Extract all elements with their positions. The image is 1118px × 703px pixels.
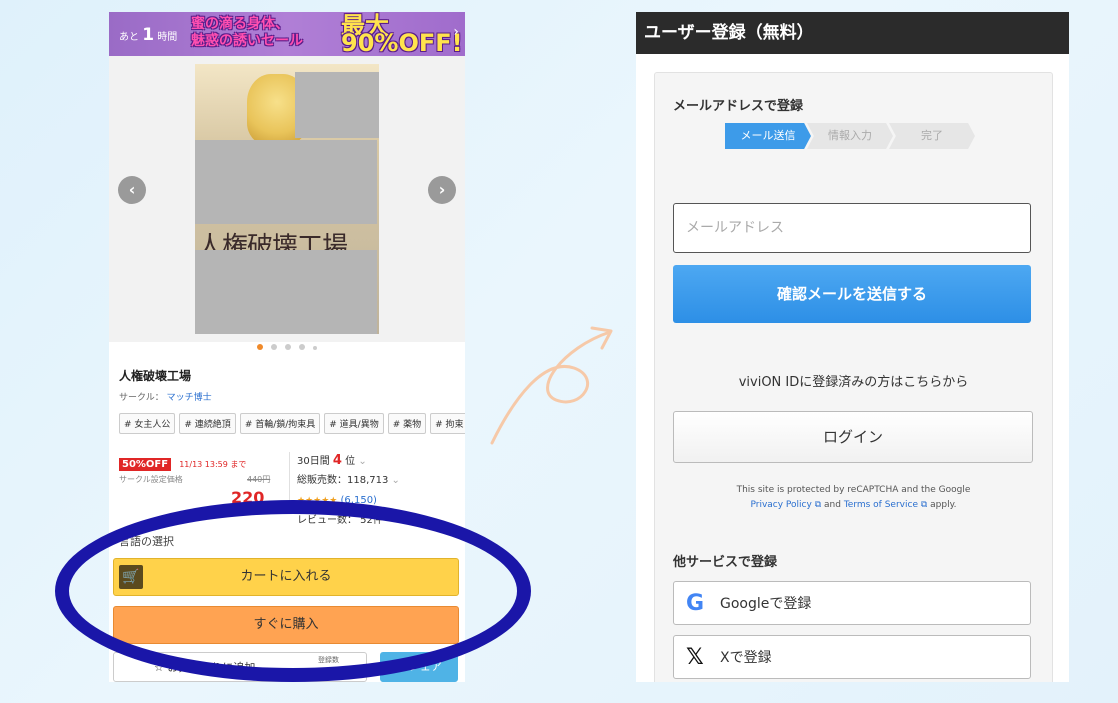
genre-tag[interactable]: # 薬物	[387, 413, 427, 434]
original-price: 440円	[247, 475, 271, 484]
vivion-login-prompt: viviON IDに登録済みの方はこちらから	[738, 375, 969, 390]
product-image-gallery[interactable]: 人権破壊工場 ‹ ›	[109, 56, 465, 342]
and-text: and	[824, 500, 841, 510]
step-email-send: メール送信	[725, 123, 811, 149]
total-sales: 総販売数：118,713	[297, 475, 389, 486]
circle-link[interactable]: マッチ博士	[167, 393, 212, 403]
x-register-button[interactable]: 𝕏 Xで登録	[673, 635, 1031, 679]
google-register-label: Googleで登録	[720, 596, 812, 612]
pagination-dot[interactable]	[313, 346, 317, 350]
total-sales-row[interactable]: 総販売数：118,713 ⌄	[297, 472, 462, 492]
timer-unit: 時間	[157, 32, 178, 43]
email-section-title: メールアドレスで登録	[673, 99, 804, 114]
recaptcha-notice: This site is protected by reCAPTCHA and …	[655, 483, 1052, 513]
email-field[interactable]: メールアドレス	[673, 203, 1031, 253]
gallery-prev-button[interactable]: ‹	[118, 176, 146, 204]
registration-steps: メール送信 情報入力 完了	[725, 123, 975, 149]
terms-of-service-link[interactable]: Terms of Service	[844, 500, 918, 510]
genre-tag[interactable]: # 道具/異物	[324, 413, 384, 434]
pagination-dot[interactable]	[271, 344, 277, 350]
external-link-icon: ⧉	[920, 500, 928, 510]
privacy-policy-link[interactable]: Privacy Policy	[750, 500, 811, 510]
circle-price-label: サークル設定価格	[119, 475, 183, 484]
promo-discount: 最大90%OFF!!	[341, 12, 465, 57]
other-services-title: 他サービスで登録	[673, 555, 778, 570]
timer-number: 1	[142, 25, 155, 45]
external-link-icon: ⧉	[814, 500, 822, 510]
genre-tags: # 女主人公 # 連続絶頂 # 首輪/鎖/拘束具 # 道具/異物 # 薬物 # …	[119, 413, 465, 434]
pagination-dot[interactable]	[257, 344, 263, 350]
step-info-input: 情報入力	[807, 123, 893, 149]
send-confirmation-button[interactable]: 確認メールを送信する	[673, 265, 1031, 323]
pagination-dot[interactable]	[299, 344, 305, 350]
gallery-next-button[interactable]: ›	[428, 176, 456, 204]
curved-arrow-icon	[490, 326, 613, 445]
censor-block	[195, 140, 377, 224]
discount-badge: 50%OFF	[119, 458, 172, 471]
censor-block	[195, 250, 377, 334]
google-icon: G	[686, 591, 705, 616]
pagination-dot[interactable]	[285, 344, 291, 350]
gallery-pagination	[109, 344, 465, 350]
censor-block	[295, 72, 379, 138]
circle-label: サークル：	[119, 393, 164, 403]
highlight-ellipse	[55, 500, 531, 682]
page-title: ユーザー登録（無料）	[636, 12, 1069, 54]
login-button[interactable]: ログイン	[673, 411, 1033, 463]
banner-arrow-icon[interactable]: ›	[453, 24, 459, 40]
recaptcha-text: This site is protected by reCAPTCHA and …	[736, 485, 971, 495]
apply-text: apply.	[930, 500, 957, 510]
x-icon: 𝕏	[686, 645, 704, 670]
sale-promo-text: 蜜の滴る身体、 魅惑の誘いセール 最大90%OFF!!	[191, 14, 465, 55]
registration-card: メールアドレスで登録 メール送信 情報入力 完了 メールアドレス 確認メールを送…	[654, 72, 1053, 682]
sale-timer: あと 1 時間	[119, 25, 177, 45]
genre-tag[interactable]: # 首輪/鎖/拘束具	[239, 413, 321, 434]
sale-banner[interactable]: あと 1 時間 蜜の滴る身体、 魅惑の誘いセール 最大90%OFF!! ›	[109, 12, 465, 56]
rank-number: 4	[332, 453, 342, 468]
rank-unit: 位	[345, 456, 356, 467]
product-cover-image: 人権破壊工場	[195, 64, 379, 334]
chevron-down-icon: ⌄	[358, 456, 367, 467]
rank-period: 30日間	[297, 456, 330, 467]
ranking-row[interactable]: 30日間 4 位 ⌄	[297, 452, 462, 472]
step-complete: 完了	[889, 123, 975, 149]
x-register-label: Xで登録	[720, 650, 772, 666]
timer-prefix: あと	[119, 32, 139, 43]
genre-tag[interactable]: # 女主人公	[119, 413, 176, 434]
google-register-button[interactable]: G Googleで登録	[673, 581, 1031, 625]
genre-tag[interactable]: # 拘束	[430, 413, 465, 434]
product-title: 人権破壊工場	[119, 369, 192, 383]
discount-until: 11/13 13:59 まで	[179, 460, 247, 469]
circle-info: サークル： マッチ博士	[119, 390, 212, 403]
registration-page-screenshot: ユーザー登録（無料） メールアドレスで登録 メール送信 情報入力 完了 メールア…	[636, 12, 1069, 682]
genre-tag[interactable]: # 連続絶頂	[179, 413, 236, 434]
chevron-down-icon: ⌄	[391, 475, 400, 486]
